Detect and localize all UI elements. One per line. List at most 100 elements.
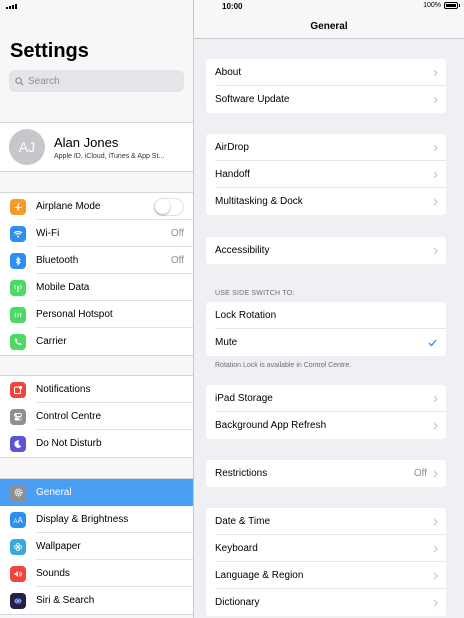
keyboard-row[interactable]: Keyboard (206, 535, 446, 562)
multitasking-dock-row[interactable]: Multitasking & Dock (206, 188, 446, 215)
battery-indicator: 100% (423, 2, 460, 9)
language-region-row[interactable]: Language & Region (206, 562, 446, 589)
language-region-label: Language & Region (215, 570, 304, 581)
chevron-right-icon (433, 422, 438, 429)
airplane-mode-toggle[interactable] (154, 197, 184, 216)
lock-rotation-label: Lock Rotation (215, 310, 277, 321)
chevron-right-icon (433, 96, 438, 103)
airdrop-row[interactable]: AirDrop (206, 134, 446, 161)
sidebar-item-mobile-data[interactable]: Mobile Data (0, 274, 193, 301)
accessibility-group: Accessibility (206, 237, 446, 264)
cellular-signal-icon (6, 4, 17, 9)
battery-icon (444, 2, 460, 9)
avatar: AJ (9, 129, 45, 165)
airplane-icon (10, 198, 26, 215)
chevron-right-icon (433, 198, 438, 205)
sidebar-item-do-not-disturb[interactable]: Do Not Disturb (0, 430, 193, 457)
sidebar-item-label: General (36, 487, 72, 498)
siri-icon (10, 592, 26, 609)
airdrop-label: AirDrop (215, 142, 249, 153)
sidebar-item-label: Control Centre (36, 411, 102, 422)
bluetooth-icon (10, 252, 26, 269)
sidebar-item-label: Wallpaper (36, 541, 81, 552)
sidebar-item-wifi[interactable]: Wi-Fi Off (0, 220, 193, 247)
about-group: About Software Update (206, 59, 446, 113)
status-bar-left (0, 0, 193, 14)
bluetooth-status: Off (170, 255, 184, 266)
sidebar-item-siri-search[interactable]: Siri & Search (0, 587, 193, 614)
status-bar-right: 10:00 100% (194, 0, 464, 14)
background-app-refresh-label: Background App Refresh (215, 420, 327, 431)
sidebar-item-label: Notifications (36, 384, 91, 395)
sidebar-item-carrier[interactable]: Carrier (0, 328, 193, 355)
sidebar-item-airplane-mode[interactable]: Airplane Mode (0, 193, 193, 220)
mute-label: Mute (215, 337, 238, 348)
about-label: About (215, 67, 242, 78)
notifications-group: Notifications Control Centre Do Not Dist… (0, 375, 193, 458)
search-input[interactable]: Search (9, 70, 184, 92)
handoff-row[interactable]: Handoff (206, 161, 446, 188)
sidebar-item-control-centre[interactable]: Control Centre (0, 403, 193, 430)
chevron-right-icon (433, 599, 438, 606)
side-switch-group: Lock Rotation Mute (206, 302, 446, 356)
hotspot-icon (10, 306, 26, 323)
sidebar-item-label: Wi-Fi (36, 228, 60, 239)
chevron-right-icon (433, 144, 438, 151)
about-row[interactable]: About (206, 59, 446, 86)
search-placeholder: Search (28, 75, 60, 87)
svg-text:A: A (17, 516, 23, 525)
continuity-group: AirDrop Handoff Multitasking & Dock (206, 134, 446, 215)
dictionary-label: Dictionary (215, 597, 260, 608)
antenna-icon (10, 279, 26, 296)
restrictions-row[interactable]: Restrictions Off (206, 460, 446, 487)
locale-group: Date & Time Keyboard Language & Region D… (206, 508, 446, 616)
restrictions-status: Off (413, 468, 427, 479)
notifications-icon (10, 381, 26, 398)
accessibility-row[interactable]: Accessibility (206, 237, 446, 264)
software-update-label: Software Update (215, 94, 290, 105)
speaker-icon (10, 565, 26, 582)
mute-row[interactable]: Mute (206, 329, 446, 356)
sidebar-item-label: Display & Brightness (36, 514, 129, 525)
keyboard-label: Keyboard (215, 543, 258, 554)
phone-icon (10, 333, 26, 350)
accessibility-label: Accessibility (215, 245, 270, 256)
sidebar-item-notifications[interactable]: Notifications (0, 376, 193, 403)
sidebar-item-label: Mobile Data (36, 282, 90, 293)
detail-pane: 10:00 100% General About Software Update… (194, 0, 464, 618)
page-title: Settings (10, 40, 89, 62)
background-app-refresh-row[interactable]: Background App Refresh (206, 412, 446, 439)
checkmark-icon (428, 339, 437, 346)
sidebar-item-label: Do Not Disturb (36, 438, 102, 449)
sidebar-item-wallpaper[interactable]: Wallpaper (0, 533, 193, 560)
sidebar-item-label: Airplane Mode (36, 201, 101, 212)
lock-rotation-row[interactable]: Lock Rotation (206, 302, 446, 329)
chevron-right-icon (433, 247, 438, 254)
wifi-status: Off (170, 228, 184, 239)
sidebar-item-label: Bluetooth (36, 255, 79, 266)
status-time: 10:00 (222, 2, 243, 11)
text-size-icon: AA (10, 511, 26, 528)
connectivity-group: Airplane Mode Wi-Fi Off Bluetooth Off Mo… (0, 192, 193, 356)
ipad-storage-row[interactable]: iPad Storage (206, 385, 446, 412)
side-switch-header: USE SIDE SWITCH TO: (215, 290, 295, 297)
sidebar-item-general[interactable]: General (0, 479, 193, 506)
profile-group: AJ Alan Jones Apple ID, iCloud, iTunes &… (0, 122, 193, 172)
sidebar-item-personal-hotspot[interactable]: Personal Hotspot (0, 301, 193, 328)
gear-icon (10, 484, 26, 501)
battery-percent: 100% (423, 2, 441, 9)
sidebar-item-label: Carrier (36, 336, 67, 347)
chevron-right-icon (433, 518, 438, 525)
sidebar-item-bluetooth[interactable]: Bluetooth Off (0, 247, 193, 274)
sidebar-item-display-brightness[interactable]: AA Display & Brightness (0, 506, 193, 533)
date-time-row[interactable]: Date & Time (206, 508, 446, 535)
apple-id-row[interactable]: AJ Alan Jones Apple ID, iCloud, iTunes &… (0, 123, 193, 171)
settings-sidebar: Settings Search AJ Alan Jones Apple ID, … (0, 0, 193, 618)
wifi-icon (10, 225, 26, 242)
chevron-right-icon (433, 171, 438, 178)
nav-title: General (194, 14, 464, 39)
software-update-row[interactable]: Software Update (206, 86, 446, 113)
moon-icon (10, 435, 26, 452)
sidebar-item-sounds[interactable]: Sounds (0, 560, 193, 587)
dictionary-row[interactable]: Dictionary (206, 589, 446, 616)
